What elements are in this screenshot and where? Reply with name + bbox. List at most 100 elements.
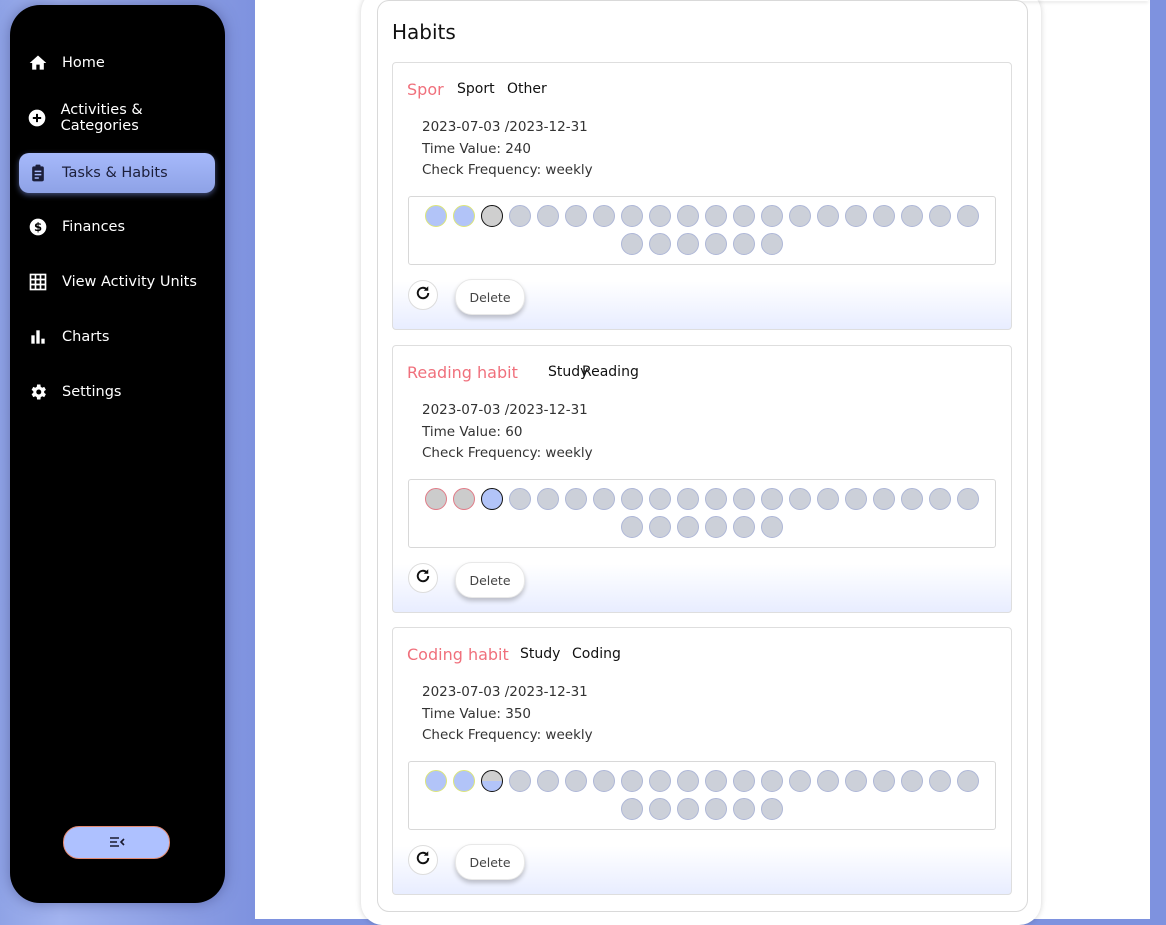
habit-check-dot[interactable] xyxy=(677,205,699,227)
refresh-button[interactable] xyxy=(408,845,438,875)
habit-check-dot[interactable] xyxy=(481,488,503,510)
sidebar-item-home[interactable]: Home xyxy=(19,43,215,83)
habit-check-dot[interactable] xyxy=(453,488,475,510)
habit-details: 2023-07-03 /2023-12-31 Time Value: 350 Che… xyxy=(422,682,593,747)
habit-check-dot[interactable] xyxy=(901,205,923,227)
habit-check-dot[interactable] xyxy=(649,488,671,510)
habit-check-dot[interactable] xyxy=(677,516,699,538)
habit-check-dot[interactable] xyxy=(593,770,615,792)
habit-check-dot[interactable] xyxy=(649,233,671,255)
habit-check-dot[interactable] xyxy=(453,205,475,227)
habit-check-dot[interactable] xyxy=(733,233,755,255)
habit-check-dot[interactable] xyxy=(873,770,895,792)
habit-check-dot[interactable] xyxy=(929,205,951,227)
habit-check-dot[interactable] xyxy=(481,770,503,792)
habit-check-dot[interactable] xyxy=(761,205,783,227)
habit-check-dot[interactable] xyxy=(621,233,643,255)
habit-check-dot[interactable] xyxy=(873,488,895,510)
habit-check-dot[interactable] xyxy=(733,516,755,538)
sidebar-item-view-activity-units[interactable]: View Activity Units xyxy=(19,262,215,302)
habit-check-dot[interactable] xyxy=(481,205,503,227)
habit-check-dot[interactable] xyxy=(425,488,447,510)
habit-check-dot[interactable] xyxy=(957,770,979,792)
habit-check-dot[interactable] xyxy=(537,205,559,227)
sidebar-item-activities-categories[interactable]: Activities & Categories xyxy=(19,98,215,138)
habit-check-dot[interactable] xyxy=(789,488,811,510)
sidebar-item-tasks-habits[interactable]: Tasks & Habits xyxy=(19,153,215,193)
habit-check-dot[interactable] xyxy=(817,770,839,792)
habit-check-dot[interactable] xyxy=(957,488,979,510)
habit-check-dot[interactable] xyxy=(593,205,615,227)
habit-check-dot[interactable] xyxy=(509,205,531,227)
habit-check-dot[interactable] xyxy=(677,770,699,792)
habit-check-dot[interactable] xyxy=(677,488,699,510)
habit-check-dot[interactable] xyxy=(929,770,951,792)
habit-check-dot[interactable] xyxy=(509,488,531,510)
habit-check-dot[interactable] xyxy=(621,770,643,792)
habit-check-dot[interactable] xyxy=(817,205,839,227)
habit-check-dot[interactable] xyxy=(789,770,811,792)
habit-check-dot[interactable] xyxy=(845,770,867,792)
delete-button[interactable]: Delete xyxy=(455,279,525,315)
habit-check-dot[interactable] xyxy=(621,516,643,538)
habit-check-dot[interactable] xyxy=(761,516,783,538)
habit-check-dot[interactable] xyxy=(957,205,979,227)
habit-check-dot[interactable] xyxy=(761,488,783,510)
habit-check-dot[interactable] xyxy=(705,488,727,510)
habit-check-dot[interactable] xyxy=(425,770,447,792)
habit-check-dot[interactable] xyxy=(649,798,671,820)
sidebar-item-settings[interactable]: Settings xyxy=(19,372,215,412)
habit-category-tag: Study xyxy=(520,646,561,662)
habit-check-dot[interactable] xyxy=(845,488,867,510)
sidebar-item-charts[interactable]: Charts xyxy=(19,317,215,357)
habit-check-dot[interactable] xyxy=(537,488,559,510)
habit-check-dot[interactable] xyxy=(705,798,727,820)
habit-check-dot[interactable] xyxy=(761,798,783,820)
sidebar-item-finances[interactable]: $ Finances xyxy=(19,207,215,247)
habit-check-dot[interactable] xyxy=(733,770,755,792)
habit-check-dot[interactable] xyxy=(705,233,727,255)
habit-check-dot[interactable] xyxy=(677,798,699,820)
habit-check-dot[interactable] xyxy=(705,205,727,227)
habit-check-frequency: Check Frequency: weekly xyxy=(422,162,593,178)
habit-check-dot[interactable] xyxy=(705,770,727,792)
delete-button[interactable]: Delete xyxy=(455,844,525,880)
gear-icon xyxy=(27,381,49,403)
refresh-button[interactable] xyxy=(408,280,438,310)
habit-check-dot[interactable] xyxy=(873,205,895,227)
habit-check-dot[interactable] xyxy=(509,770,531,792)
habit-check-dot[interactable] xyxy=(565,488,587,510)
habit-check-dot[interactable] xyxy=(733,798,755,820)
habit-check-dot[interactable] xyxy=(453,770,475,792)
habit-check-dot[interactable] xyxy=(789,205,811,227)
habit-check-dot[interactable] xyxy=(537,770,559,792)
habit-check-dot[interactable] xyxy=(929,488,951,510)
refresh-button[interactable] xyxy=(408,563,438,593)
habit-check-dot[interactable] xyxy=(901,488,923,510)
habit-check-dot[interactable] xyxy=(705,516,727,538)
delete-button[interactable]: Delete xyxy=(455,562,525,598)
habit-check-dot[interactable] xyxy=(761,770,783,792)
habit-check-grid xyxy=(408,196,996,265)
habit-check-dot[interactable] xyxy=(565,770,587,792)
habit-check-dot[interactable] xyxy=(649,516,671,538)
habit-check-dot[interactable] xyxy=(845,205,867,227)
habit-check-grid xyxy=(408,761,996,830)
habit-check-dot[interactable] xyxy=(733,488,755,510)
habit-check-dot[interactable] xyxy=(733,205,755,227)
habit-check-dot[interactable] xyxy=(621,488,643,510)
habit-check-dot[interactable] xyxy=(649,205,671,227)
dollar-circle-icon: $ xyxy=(27,216,49,238)
habit-check-dot[interactable] xyxy=(593,488,615,510)
habit-check-dot[interactable] xyxy=(901,770,923,792)
clipboard-icon xyxy=(27,162,49,184)
habit-check-dot[interactable] xyxy=(565,205,587,227)
habit-check-dot[interactable] xyxy=(761,233,783,255)
habit-check-dot[interactable] xyxy=(621,205,643,227)
habit-check-dot[interactable] xyxy=(621,798,643,820)
habit-check-dot[interactable] xyxy=(649,770,671,792)
habit-check-dot[interactable] xyxy=(425,205,447,227)
collapse-sidebar-button[interactable] xyxy=(63,826,170,859)
habit-check-dot[interactable] xyxy=(817,488,839,510)
habit-check-dot[interactable] xyxy=(677,233,699,255)
